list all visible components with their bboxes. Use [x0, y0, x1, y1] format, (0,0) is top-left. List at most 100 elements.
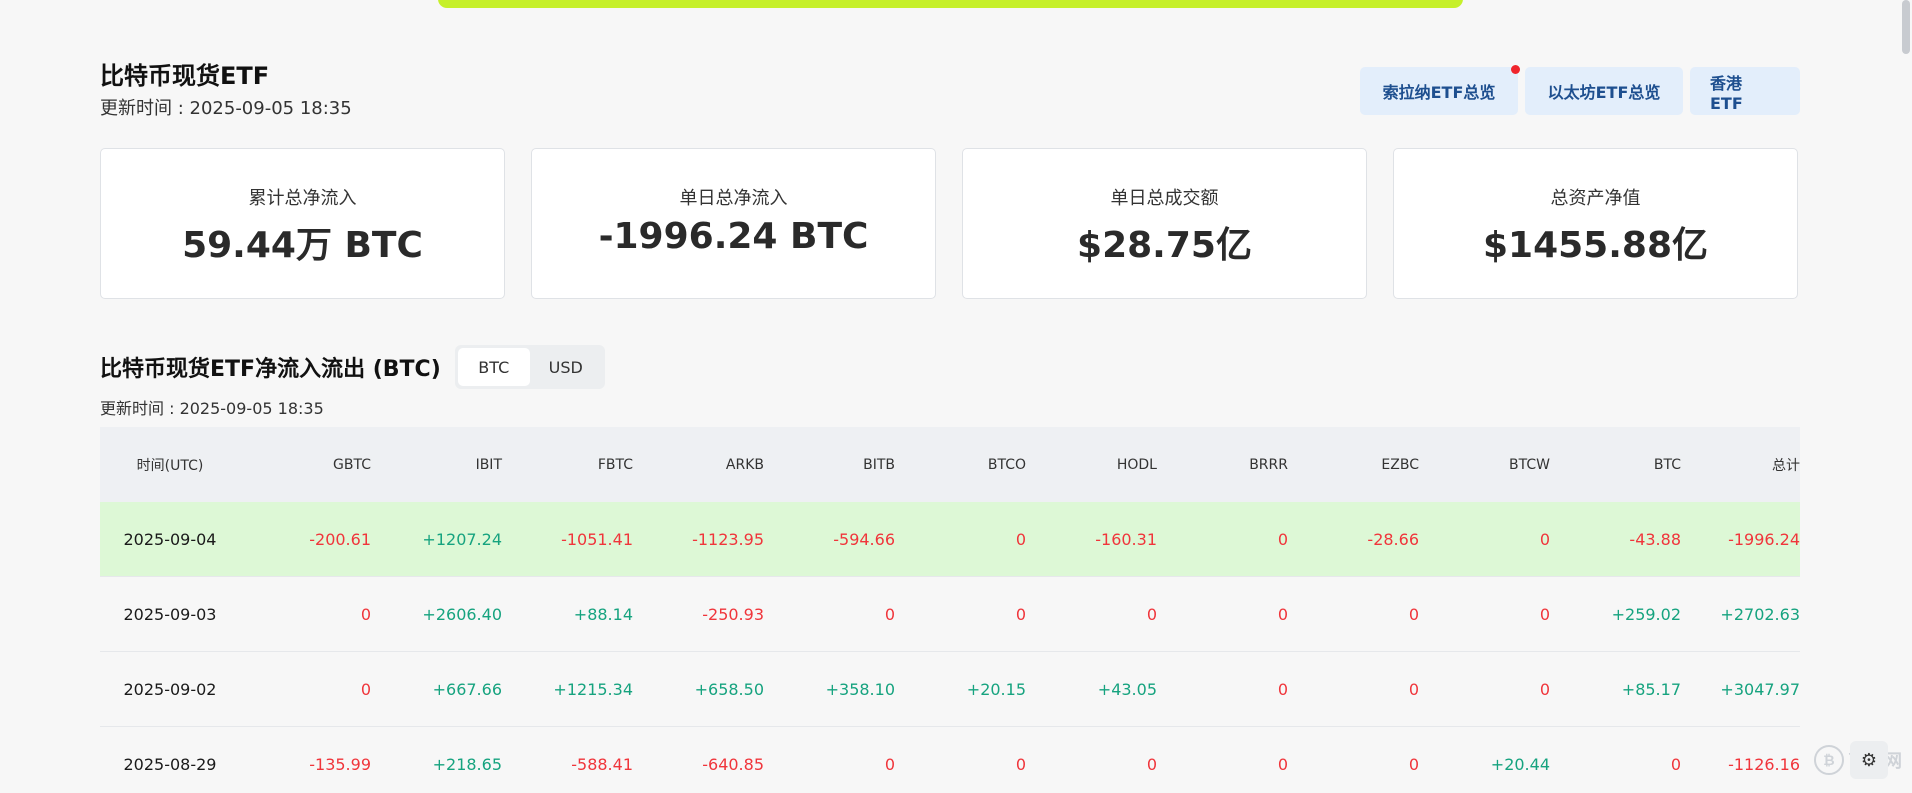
scrollbar-thumb[interactable] — [1902, 0, 1910, 54]
flow-value: -200.61 — [309, 529, 371, 549]
column-header: HODL — [1116, 456, 1157, 473]
flow-section-header: 比特币现货ETF净流入流出 (BTC) BTC USD — [100, 345, 605, 389]
page-header: 比特币现货ETF 更新时间 : 2025-09-05 18:35 — [100, 60, 352, 120]
stat-value: -1996.24 BTC — [598, 216, 869, 257]
flow-value: 0 — [884, 754, 895, 774]
ethereum-etf-label: 以太坊ETF总览 — [1547, 83, 1661, 102]
flow-value: 0 — [1277, 529, 1288, 549]
section-title: 比特币现货ETF净流入流出 (BTC) — [100, 357, 441, 382]
flow-value: 0 — [360, 679, 371, 699]
flow-value: -594.66 — [833, 529, 895, 549]
column-header: GBTC — [333, 456, 371, 473]
flow-value: -135.99 — [309, 754, 371, 774]
flow-value: +259.02 — [1611, 604, 1681, 624]
flow-value: +85.17 — [1621, 679, 1681, 699]
table-row: 2025-08-29 -135.99 +218.65 -588.41 -640.85 0 0… — [100, 727, 1801, 793]
column-header: EZBC — [1381, 456, 1419, 473]
row-date: 2025-09-03 — [123, 604, 217, 624]
column-header: BRRR — [1249, 456, 1288, 473]
flow-value: 0 — [1408, 679, 1419, 699]
column-header: ARKB — [725, 456, 764, 473]
flow-value: -28.66 — [1367, 529, 1419, 549]
column-header: IBIT — [475, 456, 502, 473]
unit-toggle: BTC USD — [454, 345, 605, 389]
flow-value: -1051.41 — [561, 529, 633, 549]
update-time: 更新时间 : 2025-09-05 18:35 — [100, 98, 352, 119]
stat-label: 总资产净值 — [1550, 188, 1641, 209]
hongkong-etf-label: 香港 ETF — [1710, 73, 1743, 113]
flow-value: +2702.63 — [1720, 604, 1800, 624]
flow-value: +1207.24 — [422, 529, 502, 549]
flow-value: 0 — [1015, 604, 1026, 624]
flow-value: 0 — [1670, 754, 1681, 774]
flow-value: 0 — [1539, 604, 1550, 624]
flow-value: -250.93 — [702, 604, 764, 624]
column-header: BTC — [1653, 456, 1681, 473]
flow-value: 0 — [884, 604, 895, 624]
flow-value: +218.65 — [432, 754, 502, 774]
etf-nav-buttons: 索拉纳ETF总览 以太坊ETF总览 香港 ETF — [1360, 65, 1800, 115]
stat-card-net-assets: 总资产净值 $1455.88亿 — [1393, 148, 1798, 299]
page-title: 比特币现货ETF — [100, 62, 270, 90]
row-date: 2025-09-04 — [123, 529, 217, 549]
notification-dot — [1511, 65, 1520, 74]
flow-value: +2606.40 — [422, 604, 502, 624]
flow-value: 0 — [1015, 754, 1026, 774]
stat-value: 59.44万 BTC — [182, 225, 423, 266]
flow-value: 0 — [1539, 529, 1550, 549]
flow-value: 0 — [1015, 529, 1026, 549]
flow-value: 0 — [1277, 604, 1288, 624]
flow-value: +20.15 — [966, 679, 1026, 699]
flow-value: +20.44 — [1490, 754, 1550, 774]
flow-value: 0 — [360, 604, 371, 624]
stat-value: $28.75亿 — [1077, 225, 1252, 266]
row-date: 2025-08-29 — [123, 754, 217, 774]
flow-value: -588.41 — [571, 754, 633, 774]
toggle-btc[interactable]: BTC — [457, 348, 530, 386]
flow-value: +3047.97 — [1720, 679, 1800, 699]
solana-etf-button[interactable]: 索拉纳ETF总览 — [1360, 65, 1520, 115]
column-header: 总计 — [1772, 457, 1800, 474]
stat-card-daily-volume: 单日总成交额 $28.75亿 — [962, 148, 1367, 299]
column-header: BTCO — [987, 456, 1026, 473]
flow-value: 0 — [1146, 604, 1157, 624]
flow-value: +88.14 — [573, 604, 633, 624]
flow-value: 0 — [1408, 754, 1419, 774]
column-header: 时间(UTC) — [136, 457, 204, 474]
coin-icon: ₿ — [1814, 745, 1844, 775]
stats-cards: 累计总净流入 59.44万 BTC 单日总净流入 -1996.24 BTC 单日… — [100, 148, 1798, 299]
flow-value: -640.85 — [702, 754, 764, 774]
settings-gear-icon[interactable]: ⚙ — [1850, 741, 1888, 779]
flow-value: 0 — [1146, 754, 1157, 774]
flow-value: +1215.34 — [553, 679, 633, 699]
table-header-row: 时间(UTC) GBTC IBIT FBTC ARKB BITB BTCO HODL BRRR E… — [100, 427, 1800, 502]
flow-value: +667.66 — [432, 679, 502, 699]
flow-value: 0 — [1277, 754, 1288, 774]
stat-card-daily-inflow: 单日总净流入 -1996.24 BTC — [531, 148, 936, 299]
flow-value: +358.10 — [825, 679, 895, 699]
etf-flow-table: 时间(UTC) GBTC IBIT FBTC ARKB BITB BTCO HODL BRRR E… — [100, 427, 1800, 793]
flow-value: -43.88 — [1629, 529, 1681, 549]
column-header: FBTC — [597, 456, 633, 473]
flow-value: -1123.95 — [692, 529, 764, 549]
flow-value: +43.05 — [1097, 679, 1157, 699]
table-row: 2025-09-02 0 +667.66 +1215.34 +658.50 +358.10… — [100, 652, 1800, 727]
column-header: BTCW — [1509, 456, 1550, 473]
table-row: 2025-09-03 0 +2606.40 +88.14 -250.93 0 0 0 0 0 0 +2… — [100, 577, 1800, 652]
hongkong-etf-button[interactable]: 香港 ETF — [1690, 67, 1800, 115]
column-header: BITB — [863, 456, 895, 473]
section-update-time: 更新时间 : 2025-09-05 18:35 — [100, 399, 324, 418]
flow-value: -1126.16 — [1728, 754, 1800, 774]
flow-value: -1996.24 — [1728, 529, 1800, 549]
stat-card-cumulative-inflow: 累计总净流入 59.44万 BTC — [100, 148, 505, 299]
stat-label: 单日总成交额 — [1110, 188, 1219, 209]
flow-value: 0 — [1539, 679, 1550, 699]
flow-value: -160.31 — [1095, 529, 1157, 549]
toggle-usd[interactable]: USD — [530, 348, 602, 386]
stat-label: 单日总净流入 — [679, 188, 788, 209]
table-body: 2025-09-04 -200.61 +1207.24 -1051.41 -1123.9… — [100, 502, 1800, 793]
table-row: 2025-09-04 -200.61 +1207.24 -1051.41 -1123.9… — [100, 502, 1800, 577]
top-banner-bar[interactable] — [438, 0, 1463, 8]
row-date: 2025-09-02 — [123, 679, 217, 699]
ethereum-etf-button[interactable]: 以太坊ETF总览 — [1525, 67, 1683, 115]
